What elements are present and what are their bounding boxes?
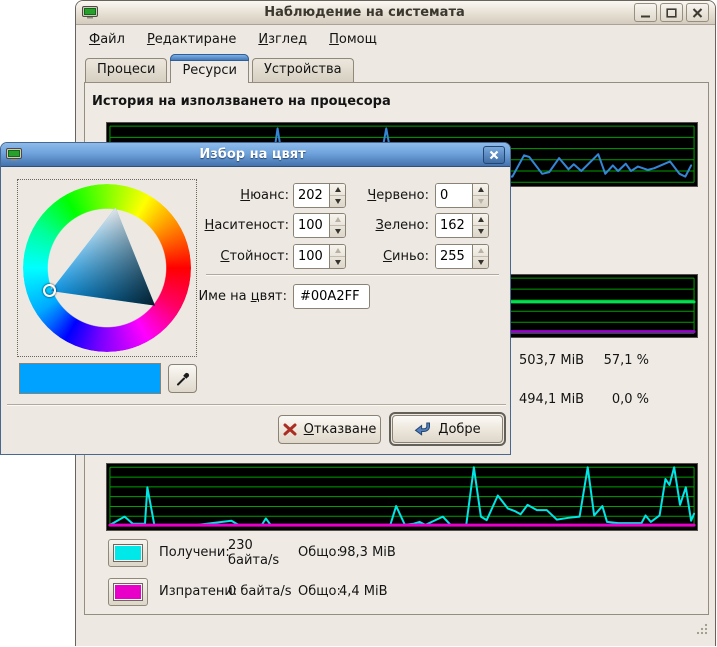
- sent-rate: 0 байта/s: [228, 584, 298, 599]
- menu-help[interactable]: Помощ: [329, 28, 387, 51]
- hue-label: Нюанс:: [169, 183, 289, 208]
- dialog-close-button[interactable]: [483, 146, 505, 164]
- sent-color-button[interactable]: [108, 578, 148, 606]
- red-spinbox: [435, 183, 489, 208]
- value-input[interactable]: [294, 245, 329, 268]
- system-monitor-icon: [82, 5, 98, 20]
- ok-button[interactable]: Добре: [392, 415, 503, 443]
- resize-grip-icon[interactable]: [695, 622, 708, 639]
- eyedropper-icon: [175, 371, 191, 387]
- menu-file[interactable]: Файл: [89, 28, 135, 51]
- tab-devices[interactable]: Устройства: [252, 58, 354, 83]
- blue-spinbox: [435, 244, 489, 269]
- received-total-label: Общо:: [298, 545, 339, 560]
- swap-usage-row: 494,1 MiB 0,0 %: [519, 392, 649, 407]
- saturation-input[interactable]: [294, 214, 329, 237]
- buttons-separator: [7, 404, 506, 406]
- received-total: 98,3 MiB: [339, 545, 396, 560]
- received-color-button[interactable]: [108, 539, 148, 567]
- tab-processes[interactable]: Процеси: [85, 58, 167, 83]
- dialog-title: Избор на цвят: [22, 147, 483, 162]
- red-spin-up-button[interactable]: [473, 184, 488, 196]
- sent-total-label: Общо:: [298, 584, 339, 599]
- green-spin-up-button[interactable]: [473, 214, 488, 226]
- received-rate: 230 байта/s: [228, 538, 298, 568]
- blue-spin-down-button[interactable]: [473, 257, 488, 268]
- menu-view[interactable]: Изглед: [258, 28, 317, 51]
- eyedropper-button[interactable]: [168, 364, 197, 393]
- swap-percent-value: 0,0 %: [612, 392, 649, 407]
- ok-button-focus-ring: Добре: [389, 412, 506, 446]
- network-sent-row: Изпратени: 0 байта/s Общо: 4,4 MiB: [108, 577, 388, 606]
- saturation-label: Наситеност:: [169, 213, 289, 238]
- cancel-icon: [283, 423, 297, 436]
- menu-edit[interactable]: Редактиране: [147, 28, 246, 51]
- active-tab-highlight: [170, 54, 249, 61]
- red-input[interactable]: [436, 184, 472, 207]
- blue-spin-up-button[interactable]: [473, 245, 488, 257]
- spin-down-icon: [478, 260, 484, 265]
- fields-separator: [206, 274, 499, 276]
- minimize-button[interactable]: [634, 3, 657, 22]
- red-spin-down-button[interactable]: [473, 196, 488, 207]
- cpu-history-heading: История на използването на процесора: [92, 94, 391, 109]
- dialog-titlebar[interactable]: Избор на цвят: [1, 143, 510, 167]
- network-received-row: Получени: 230 байта/s Общо: 98,3 MiB: [108, 538, 396, 567]
- swap-size-value: 494,1 MiB: [519, 392, 584, 407]
- value-label: Стойност:: [169, 244, 289, 269]
- spin-up-icon: [478, 187, 484, 192]
- ok-enter-icon: [414, 422, 431, 437]
- green-spin-down-button[interactable]: [473, 226, 488, 237]
- spin-up-icon: [478, 217, 484, 222]
- close-button[interactable]: [686, 3, 709, 22]
- minimize-icon: [640, 8, 651, 18]
- color-selection-dialog: Избор на цвят Нюанс: Наситеност: Стойнос…: [0, 142, 511, 455]
- spin-down-icon: [478, 199, 484, 204]
- memory-percent-value: 57,1 %: [604, 353, 649, 368]
- hue-input[interactable]: [294, 184, 329, 207]
- spin-down-icon: [478, 229, 484, 234]
- tab-resources[interactable]: Ресурси: [170, 54, 249, 83]
- red-label: Червено:: [339, 183, 429, 208]
- sent-color-swatch: [113, 583, 143, 601]
- system-monitor-icon: [6, 147, 22, 162]
- maximize-icon: [666, 8, 677, 18]
- sent-label: Изпратени:: [159, 584, 228, 599]
- color-selector-marker[interactable]: [43, 284, 56, 297]
- network-history-chart: [106, 463, 698, 531]
- main-titlebar[interactable]: Наблюдение на системата: [76, 1, 715, 25]
- received-color-swatch: [113, 544, 143, 562]
- color-name-label: Име на цвят:: [169, 284, 287, 309]
- memory-usage-row: 503,7 MiB 57,1 %: [519, 353, 649, 368]
- spin-up-icon: [478, 248, 484, 253]
- close-icon: [692, 8, 703, 18]
- blue-input[interactable]: [436, 245, 472, 268]
- blue-label: Синьо:: [339, 244, 429, 269]
- cancel-button[interactable]: Отказване: [278, 415, 381, 444]
- menubar: Файл Редактиране Изглед Помощ: [76, 26, 715, 53]
- green-spinbox: [435, 213, 489, 238]
- maximize-button[interactable]: [660, 3, 683, 22]
- green-input[interactable]: [436, 214, 472, 237]
- close-icon: [489, 150, 499, 160]
- tabbar: Процеси Ресурси Устройства: [85, 54, 357, 83]
- green-label: Зелено:: [339, 213, 429, 238]
- memory-size-value: 503,7 MiB: [519, 353, 584, 368]
- received-label: Получени:: [159, 545, 228, 560]
- color-name-input[interactable]: [293, 284, 370, 309]
- window-title: Наблюдение на системата: [98, 5, 631, 20]
- color-preview-swatch: [19, 363, 161, 394]
- sent-total: 4,4 MiB: [339, 584, 388, 599]
